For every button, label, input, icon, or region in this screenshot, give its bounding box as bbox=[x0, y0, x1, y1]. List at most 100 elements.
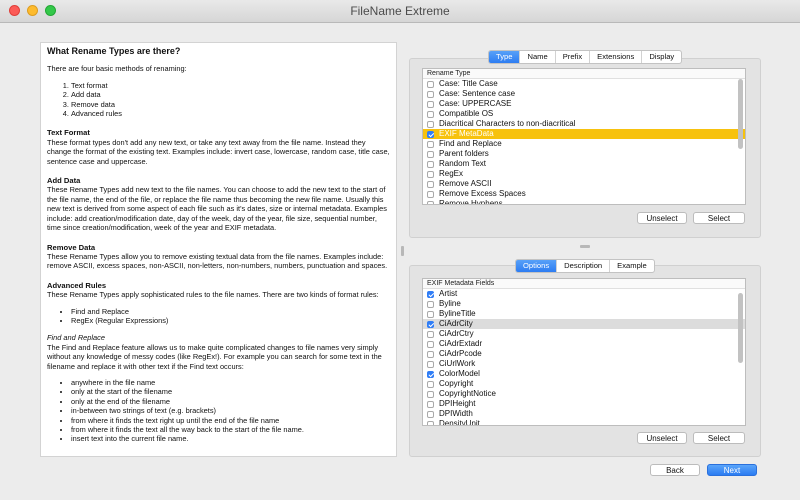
checkbox[interactable] bbox=[427, 320, 434, 328]
section-body: These Rename Types apply sophisticated r… bbox=[47, 290, 379, 300]
list-item[interactable]: CiAdrExtadr bbox=[423, 339, 745, 349]
exif-fields-list[interactable]: EXIF Metadata Fields Artist Byline BylineT… bbox=[422, 278, 746, 426]
list-item-label: Remove Hyphens bbox=[439, 199, 503, 205]
tab-extensions[interactable]: Extensions bbox=[590, 51, 643, 63]
list-item[interactable]: DPIWidth bbox=[423, 409, 745, 419]
checkbox[interactable] bbox=[427, 80, 434, 88]
list-item[interactable]: Artist bbox=[423, 289, 745, 299]
checkbox[interactable] bbox=[427, 90, 434, 98]
list-item-label: Artist bbox=[439, 289, 458, 298]
list-item[interactable]: BylineTitle bbox=[423, 309, 745, 319]
checkbox[interactable] bbox=[427, 140, 434, 148]
list-item[interactable]: CiAdrPcode bbox=[423, 349, 745, 359]
checkbox[interactable] bbox=[427, 360, 434, 368]
tab-prefix[interactable]: Prefix bbox=[556, 51, 591, 63]
checkbox[interactable] bbox=[427, 120, 434, 128]
list-item-label: CiAdrCtry bbox=[439, 329, 474, 338]
list-item[interactable]: DPIHeight bbox=[423, 399, 745, 409]
section-body: These Rename Types allow you to remove e… bbox=[47, 251, 388, 271]
list-item[interactable]: DensityUnit bbox=[423, 419, 745, 426]
next-button[interactable]: Next bbox=[707, 464, 757, 476]
list-item-label: Copyright bbox=[439, 379, 474, 388]
back-button[interactable]: Back bbox=[650, 464, 700, 476]
list-item[interactable]: ColorModel bbox=[423, 369, 745, 379]
list-item[interactable]: Copyright bbox=[423, 379, 745, 389]
list-item-label: CiAdrCity bbox=[439, 319, 473, 328]
checkbox[interactable] bbox=[427, 330, 434, 338]
checkbox[interactable] bbox=[427, 170, 434, 178]
checkbox[interactable] bbox=[427, 290, 434, 298]
select-button[interactable]: Select bbox=[693, 432, 745, 444]
checkbox[interactable] bbox=[427, 340, 434, 348]
checkbox[interactable] bbox=[427, 380, 434, 388]
list-item-label: BylineTitle bbox=[439, 309, 476, 318]
scrollbar[interactable] bbox=[738, 79, 743, 149]
checkbox[interactable] bbox=[427, 150, 434, 158]
checkbox[interactable] bbox=[427, 370, 434, 378]
checkbox[interactable] bbox=[427, 420, 434, 425]
unselect-button[interactable]: Unselect bbox=[637, 432, 687, 444]
list-item-label: CiUrlWork bbox=[439, 359, 476, 368]
list-header: EXIF Metadata Fields bbox=[423, 279, 745, 289]
methods-list: Text format Add data Remove data Advance… bbox=[47, 81, 390, 119]
list-item-label: DensityUnit bbox=[439, 419, 480, 426]
section-title: Add Data bbox=[47, 176, 81, 186]
select-button[interactable]: Select bbox=[693, 212, 745, 224]
advanced-rule-item: RegEx (Regular Expressions) bbox=[71, 316, 390, 325]
window-title: FileName Extreme bbox=[350, 4, 450, 18]
tab-options[interactable]: Options bbox=[516, 260, 558, 272]
section-body: These Rename Types add new text to the f… bbox=[47, 185, 387, 233]
list-item[interactable]: CiAdrCity bbox=[423, 319, 745, 329]
top-tab-bar: Type Name Prefix Extensions Display bbox=[488, 50, 683, 64]
tab-example[interactable]: Example bbox=[610, 260, 654, 272]
list-item[interactable]: Find and Replace bbox=[423, 139, 745, 149]
list-item[interactable]: Remove Excess Spaces bbox=[423, 189, 745, 199]
method-item: Add data bbox=[71, 90, 390, 99]
list-item-label: Random Text bbox=[439, 159, 486, 168]
list-item[interactable]: Compatible OS bbox=[423, 109, 745, 119]
checkbox[interactable] bbox=[427, 310, 434, 318]
checkbox[interactable] bbox=[427, 350, 434, 358]
checkbox[interactable] bbox=[427, 130, 434, 138]
scrollbar[interactable] bbox=[738, 293, 743, 363]
list-item-label: Diacritical Characters to non-diacritica… bbox=[439, 119, 576, 128]
checkbox[interactable] bbox=[427, 390, 434, 398]
find-replace-title: Find and Replace bbox=[47, 333, 105, 343]
rename-type-list[interactable]: Rename Type Case: Title Case Case: Senten… bbox=[422, 68, 746, 205]
tab-display[interactable]: Display bbox=[642, 51, 681, 63]
checkbox[interactable] bbox=[427, 110, 434, 118]
checkbox[interactable] bbox=[427, 190, 434, 198]
checkbox[interactable] bbox=[427, 180, 434, 188]
list-item[interactable]: Diacritical Characters to non-diacritica… bbox=[423, 119, 745, 129]
list-item[interactable]: Byline bbox=[423, 299, 745, 309]
list-item[interactable]: Random Text bbox=[423, 159, 745, 169]
section-title: Remove Data bbox=[47, 242, 96, 252]
list-item[interactable]: CiUrlWork bbox=[423, 359, 745, 369]
method-item: Advanced rules bbox=[71, 109, 390, 118]
checkbox[interactable] bbox=[427, 410, 434, 418]
help-document[interactable]: What Rename Types are there? There are f… bbox=[40, 42, 397, 457]
unselect-button[interactable]: Unselect bbox=[637, 212, 687, 224]
list-item-label: CopyrightNotice bbox=[439, 389, 496, 398]
checkbox[interactable] bbox=[427, 300, 434, 308]
tab-description[interactable]: Description bbox=[557, 260, 611, 272]
list-item[interactable]: Case: UPPERCASE bbox=[423, 99, 745, 109]
checkbox[interactable] bbox=[427, 160, 434, 168]
list-item[interactable]: CiAdrCtry bbox=[423, 329, 745, 339]
checkbox[interactable] bbox=[427, 100, 434, 108]
list-item[interactable]: Parent folders bbox=[423, 149, 745, 159]
list-item[interactable]: EXIF MetaData bbox=[423, 129, 745, 139]
list-item-label: CiAdrPcode bbox=[439, 349, 482, 358]
vertical-split-handle[interactable] bbox=[401, 246, 404, 256]
checkbox[interactable] bbox=[427, 200, 434, 204]
list-item[interactable]: CopyrightNotice bbox=[423, 389, 745, 399]
checkbox[interactable] bbox=[427, 400, 434, 408]
list-item[interactable]: RegEx bbox=[423, 169, 745, 179]
list-item[interactable]: Case: Sentence case bbox=[423, 89, 745, 99]
list-item[interactable]: Case: Title Case bbox=[423, 79, 745, 89]
tab-type[interactable]: Type bbox=[489, 51, 521, 63]
list-item[interactable]: Remove Hyphens bbox=[423, 199, 745, 205]
list-item[interactable]: Remove ASCII bbox=[423, 179, 745, 189]
tab-name[interactable]: Name bbox=[520, 51, 556, 63]
horizontal-split-handle[interactable] bbox=[580, 245, 590, 248]
